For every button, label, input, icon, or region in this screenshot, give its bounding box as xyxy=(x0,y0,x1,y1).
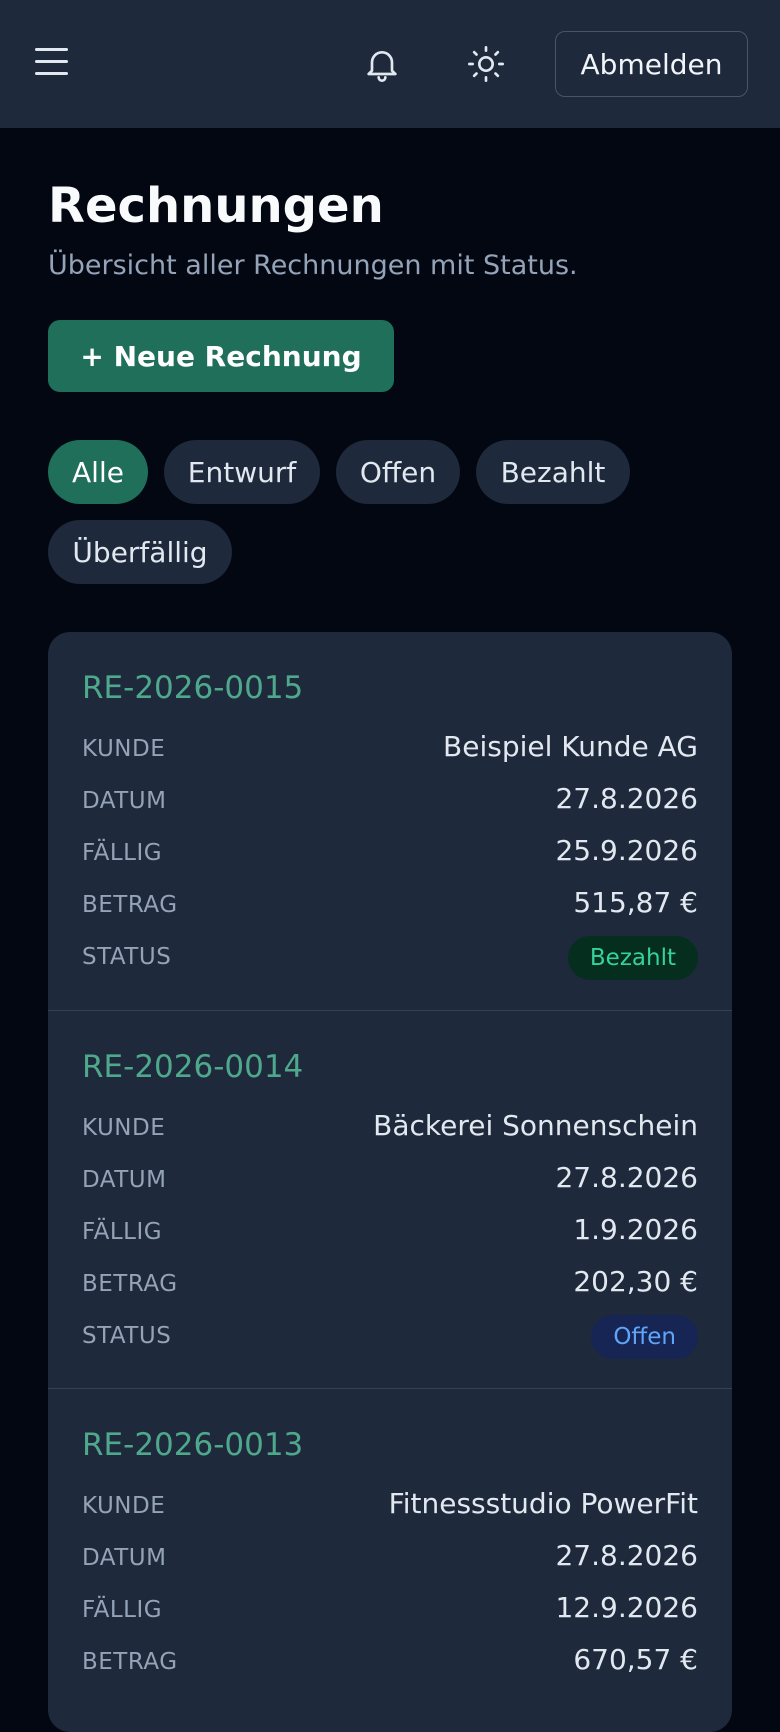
date-label: DATUM xyxy=(82,788,167,814)
due-value: 25.9.2026 xyxy=(555,834,698,867)
filter-chip-paid[interactable]: Bezahlt xyxy=(476,440,630,504)
page-subtitle: Übersicht aller Rechnungen mit Status. xyxy=(48,250,578,281)
new-invoice-button[interactable]: + Neue Rechnung xyxy=(48,320,394,392)
customer-value: Fitnessstudio PowerFit xyxy=(388,1487,698,1520)
customer-label: KUNDE xyxy=(82,1493,166,1519)
amount-label: BETRAG xyxy=(82,1649,178,1675)
invoice-number[interactable]: RE-2026-0013 xyxy=(82,1427,303,1463)
amount-label: BETRAG xyxy=(82,1271,178,1297)
customer-label: KUNDE xyxy=(82,1115,166,1141)
due-label: FÄLLIG xyxy=(82,1219,163,1245)
date-label: DATUM xyxy=(82,1167,167,1193)
sun-icon[interactable] xyxy=(462,40,510,88)
invoice-number[interactable]: RE-2026-0014 xyxy=(82,1049,303,1085)
logout-button[interactable]: Abmelden xyxy=(555,31,748,97)
top-bar: Abmelden xyxy=(0,0,780,128)
filter-chip-open[interactable]: Offen xyxy=(336,440,460,504)
customer-value: Beispiel Kunde AG xyxy=(443,730,698,763)
invoice-item[interactable]: RE-2026-0013 KUNDE Fitnessstudio PowerFi… xyxy=(48,1388,732,1732)
invoice-item[interactable]: RE-2026-0014 KUNDE Bäckerei Sonnenschein… xyxy=(48,1010,732,1388)
customer-label: KUNDE xyxy=(82,736,166,762)
bell-icon[interactable] xyxy=(358,40,406,88)
due-label: FÄLLIG xyxy=(82,1597,163,1623)
status-label: STATUS xyxy=(82,944,172,970)
date-value: 27.8.2026 xyxy=(555,782,698,815)
invoice-number[interactable]: RE-2026-0015 xyxy=(82,670,303,706)
date-value: 27.8.2026 xyxy=(555,1161,698,1194)
due-value: 12.9.2026 xyxy=(555,1591,698,1624)
status-label: STATUS xyxy=(82,1323,172,1349)
due-value: 1.9.2026 xyxy=(573,1213,698,1246)
invoice-list: RE-2026-0015 KUNDE Beispiel Kunde AG DAT… xyxy=(48,632,732,1732)
amount-label: BETRAG xyxy=(82,892,178,918)
amount-value: 202,30 € xyxy=(573,1265,698,1298)
date-value: 27.8.2026 xyxy=(555,1539,698,1572)
amount-value: 670,57 € xyxy=(573,1643,698,1676)
hamburger-menu-icon[interactable] xyxy=(30,40,74,84)
page-title: Rechnungen xyxy=(48,178,384,234)
status-badge: Bezahlt xyxy=(567,936,698,980)
invoice-item[interactable]: RE-2026-0015 KUNDE Beispiel Kunde AG DAT… xyxy=(48,632,732,1010)
filter-chip-overdue[interactable]: Überfällig xyxy=(48,520,232,584)
due-label: FÄLLIG xyxy=(82,840,163,866)
customer-value: Bäckerei Sonnenschein xyxy=(373,1109,698,1142)
filter-chip-all[interactable]: Alle xyxy=(48,440,148,504)
status-badge: Offen xyxy=(591,1315,698,1359)
filter-chip-draft[interactable]: Entwurf xyxy=(164,440,320,504)
amount-value: 515,87 € xyxy=(573,886,698,919)
date-label: DATUM xyxy=(82,1545,167,1571)
